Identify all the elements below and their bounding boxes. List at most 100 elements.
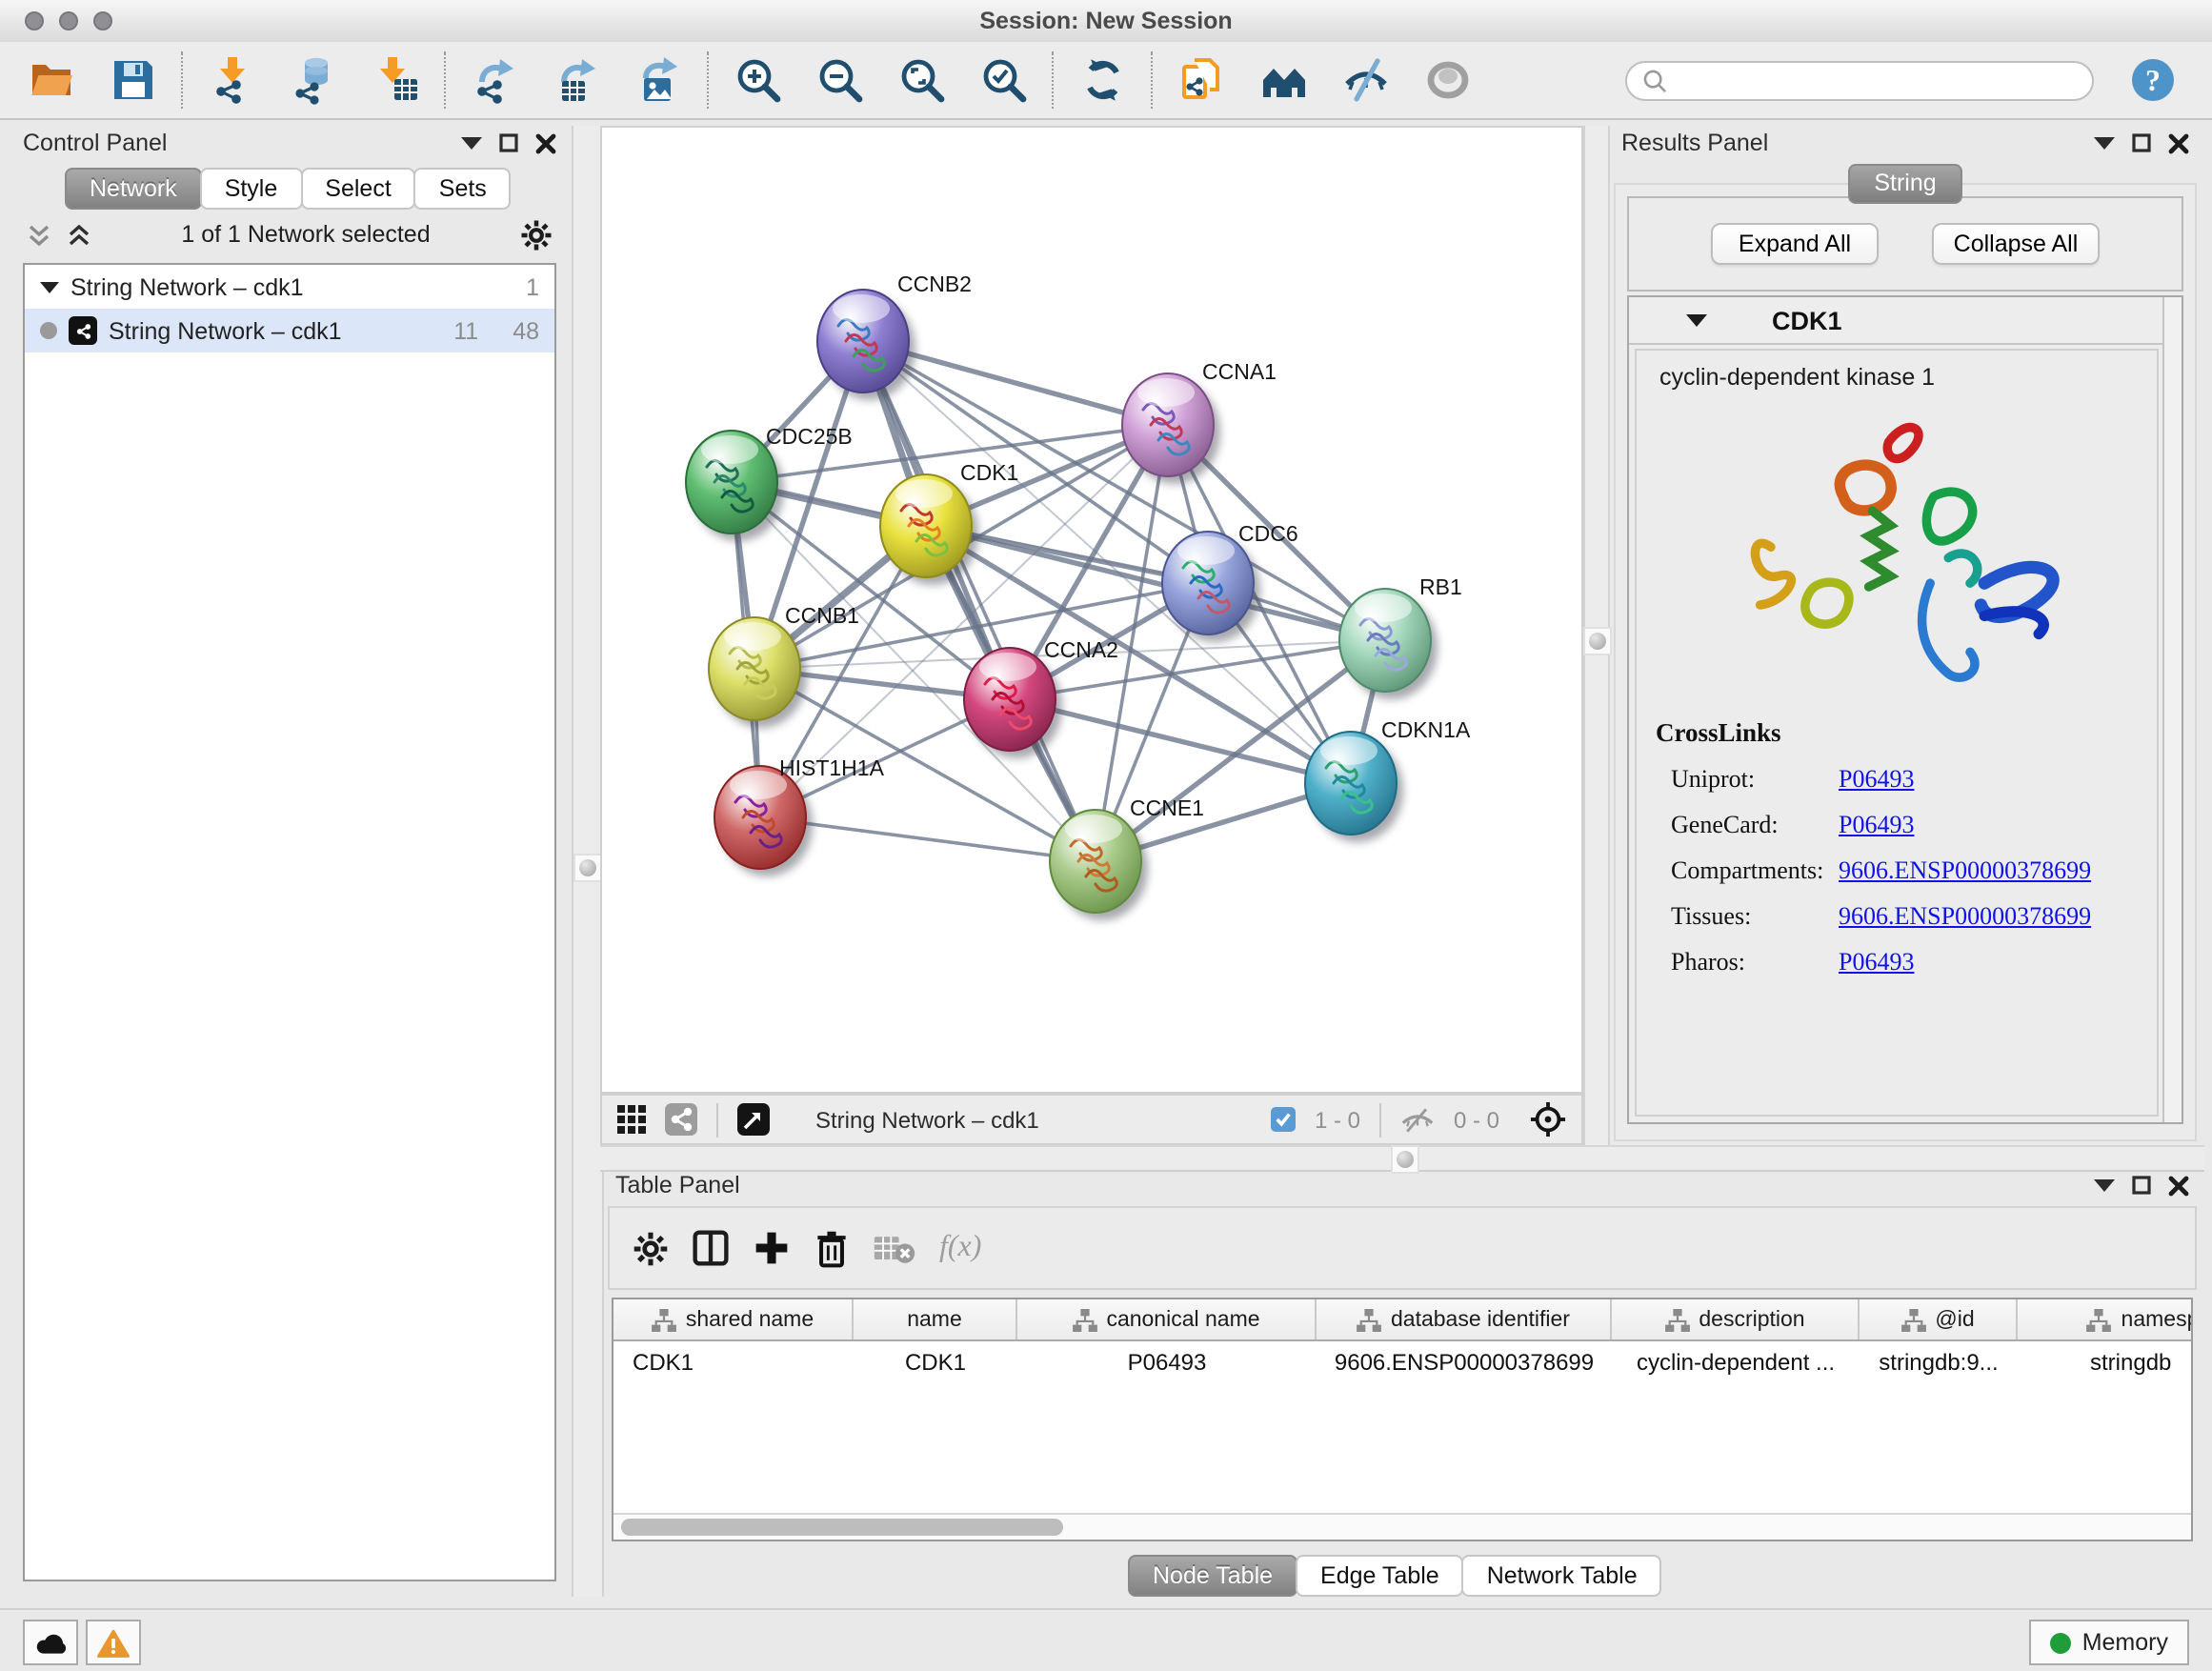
crosslink-uniprot-link[interactable]: P06493 bbox=[1839, 764, 1914, 795]
selected-checkbox-icon[interactable] bbox=[1271, 1107, 1296, 1132]
network-graph[interactable]: CCNB2CCNA1CDC25BCDK1CDC6RB1CCNB1CCNA2CDK… bbox=[602, 128, 1581, 1092]
search-box[interactable] bbox=[1625, 60, 2094, 100]
first-neighbors-icon[interactable] bbox=[1259, 55, 1309, 105]
network-node-cdc6[interactable]: CDC6 bbox=[1162, 521, 1298, 642]
crosslink-pharos-link[interactable]: P06493 bbox=[1839, 947, 1914, 977]
left-splitter[interactable] bbox=[572, 126, 604, 1597]
import-table-file-icon[interactable] bbox=[372, 55, 421, 105]
network-node-cdkn1a[interactable]: CDKN1A bbox=[1305, 717, 1471, 842]
memory-button[interactable]: Memory bbox=[2029, 1620, 2189, 1665]
tab-sets[interactable]: Sets bbox=[414, 168, 512, 210]
birdseye-navigator-icon[interactable] bbox=[1530, 1101, 1566, 1137]
column-header-id[interactable]: @id bbox=[1860, 1299, 2018, 1339]
cell-id[interactable]: stringdb:9... bbox=[1860, 1341, 2018, 1381]
float-panel-icon[interactable] bbox=[2132, 133, 2151, 152]
detach-view-icon[interactable] bbox=[737, 1103, 770, 1136]
column-header-description[interactable]: description bbox=[1612, 1299, 1860, 1339]
panel-menu-icon[interactable] bbox=[2094, 135, 2115, 151]
export-table-icon[interactable] bbox=[553, 55, 602, 105]
zoom-fit-icon[interactable] bbox=[897, 55, 947, 105]
crosslink-tissues-link[interactable]: 9606.ENSP00000378699 bbox=[1839, 901, 2091, 932]
collapse-all-button[interactable]: Collapse All bbox=[1932, 223, 2100, 265]
expand-all-button[interactable]: Expand All bbox=[1711, 223, 1879, 265]
close-panel-icon[interactable] bbox=[535, 132, 556, 153]
network-node-hist1h1a[interactable]: HIST1H1A bbox=[714, 755, 885, 876]
help-icon[interactable]: ? bbox=[2128, 55, 2178, 105]
scrollbar-thumb[interactable] bbox=[621, 1519, 1063, 1536]
delete-table-icon[interactable] bbox=[873, 1232, 916, 1264]
refresh-icon[interactable] bbox=[1078, 55, 1128, 105]
network-canvas[interactable]: CCNB2CCNA1CDC25BCDK1CDC6RB1CCNB1CCNA2CDK… bbox=[600, 126, 1583, 1094]
open-session-icon[interactable] bbox=[27, 55, 76, 105]
app-store-cloud-button[interactable] bbox=[23, 1620, 78, 1665]
results-panel-title: Results Panel bbox=[1621, 130, 1768, 156]
network-node-rb1[interactable]: RB1 bbox=[1339, 574, 1462, 699]
cell-name[interactable]: CDK1 bbox=[854, 1341, 1017, 1381]
import-network-database-icon[interactable] bbox=[290, 55, 339, 105]
import-network-file-icon[interactable] bbox=[208, 55, 257, 105]
tab-network[interactable]: Network bbox=[65, 168, 202, 210]
network-icon bbox=[69, 316, 97, 345]
show-all-icon[interactable] bbox=[1423, 55, 1473, 105]
search-input[interactable] bbox=[1677, 65, 2077, 95]
left-splitter-knob[interactable] bbox=[573, 854, 602, 882]
cell-namespace[interactable]: stringdb bbox=[2018, 1341, 2193, 1381]
duplicate-network-icon[interactable] bbox=[1177, 55, 1227, 105]
cell-shared-name[interactable]: CDK1 bbox=[613, 1341, 854, 1381]
column-header-shared-name[interactable]: shared name bbox=[613, 1299, 854, 1339]
column-header-database-identifier[interactable]: database identifier bbox=[1317, 1299, 1612, 1339]
save-session-icon[interactable] bbox=[109, 55, 158, 105]
cell-description[interactable]: cyclin-dependent ... bbox=[1612, 1341, 1860, 1381]
network-node-ccnb2[interactable]: CCNB2 bbox=[817, 272, 972, 400]
network-node-cdk1[interactable]: CDK1 bbox=[880, 460, 1018, 585]
network-node-cdc25b[interactable]: CDC25B bbox=[686, 424, 853, 541]
cell-canonical-name[interactable]: P06493 bbox=[1017, 1341, 1317, 1381]
network-options-gear-icon[interactable] bbox=[520, 218, 553, 251]
zoom-out-icon[interactable] bbox=[815, 55, 865, 105]
results-scrollbar[interactable] bbox=[2162, 297, 2182, 1122]
zoom-in-icon[interactable] bbox=[734, 55, 783, 105]
export-image-icon[interactable] bbox=[634, 55, 684, 105]
node-entry-header[interactable]: CDK1 bbox=[1629, 297, 2182, 345]
close-panel-icon[interactable] bbox=[2168, 132, 2189, 153]
float-panel-icon[interactable] bbox=[499, 133, 518, 152]
column-header-namespace[interactable]: namespace bbox=[2018, 1299, 2193, 1339]
tab-string[interactable]: String bbox=[1848, 164, 1962, 204]
grid-view-icon[interactable] bbox=[617, 1105, 646, 1134]
collection-expander-icon[interactable] bbox=[40, 281, 59, 292]
zoom-selected-icon[interactable] bbox=[979, 55, 1029, 105]
cell-database-identifier[interactable]: 9606.ENSP00000378699 bbox=[1317, 1341, 1612, 1381]
crosslink-compartments-link[interactable]: 9606.ENSP00000378699 bbox=[1839, 856, 2091, 886]
collapse-all-tree-icon[interactable] bbox=[27, 222, 51, 247]
column-header-canonical-name[interactable]: canonical name bbox=[1017, 1299, 1317, 1339]
delete-column-icon[interactable] bbox=[814, 1228, 850, 1268]
show-columns-icon[interactable] bbox=[692, 1229, 730, 1267]
network-node-ccna1[interactable]: CCNA1 bbox=[1122, 359, 1277, 484]
create-column-icon[interactable] bbox=[753, 1229, 791, 1267]
tab-node-table[interactable]: Node Table bbox=[1128, 1555, 1297, 1597]
table-options-gear-icon[interactable] bbox=[633, 1230, 669, 1266]
panel-menu-icon[interactable] bbox=[461, 135, 482, 151]
entry-expander-icon[interactable] bbox=[1686, 312, 1707, 328]
toolbar-divider bbox=[1379, 1102, 1381, 1137]
table-row[interactable]: CDK1 CDK1 P06493 9606.ENSP00000378699 cy… bbox=[613, 1341, 2191, 1381]
network-view-mode-icon[interactable] bbox=[665, 1103, 697, 1136]
export-network-icon[interactable] bbox=[471, 55, 520, 105]
crosslink-genecard-link[interactable]: P06493 bbox=[1839, 810, 1914, 840]
tab-style[interactable]: Style bbox=[200, 168, 303, 210]
panel-menu-icon[interactable] bbox=[2094, 1178, 2115, 1193]
hide-selected-icon[interactable] bbox=[1341, 55, 1391, 105]
float-panel-icon[interactable] bbox=[2132, 1176, 2151, 1195]
network-collection-row[interactable]: String Network – cdk1 1 bbox=[25, 265, 554, 309]
table-horizontal-scrollbar[interactable] bbox=[613, 1513, 2191, 1540]
warnings-button[interactable] bbox=[86, 1620, 141, 1665]
function-builder-icon[interactable]: f(x) bbox=[939, 1231, 981, 1265]
tab-network-table[interactable]: Network Table bbox=[1462, 1555, 1662, 1597]
expand-all-tree-icon[interactable] bbox=[67, 222, 91, 247]
network-row-selected[interactable]: String Network – cdk1 11 48 bbox=[25, 309, 554, 352]
tab-select[interactable]: Select bbox=[300, 168, 416, 210]
tab-edge-table[interactable]: Edge Table bbox=[1296, 1555, 1464, 1597]
network-edges[interactable] bbox=[732, 341, 1385, 861]
close-panel-icon[interactable] bbox=[2168, 1175, 2189, 1196]
column-header-name[interactable]: name bbox=[854, 1299, 1017, 1339]
